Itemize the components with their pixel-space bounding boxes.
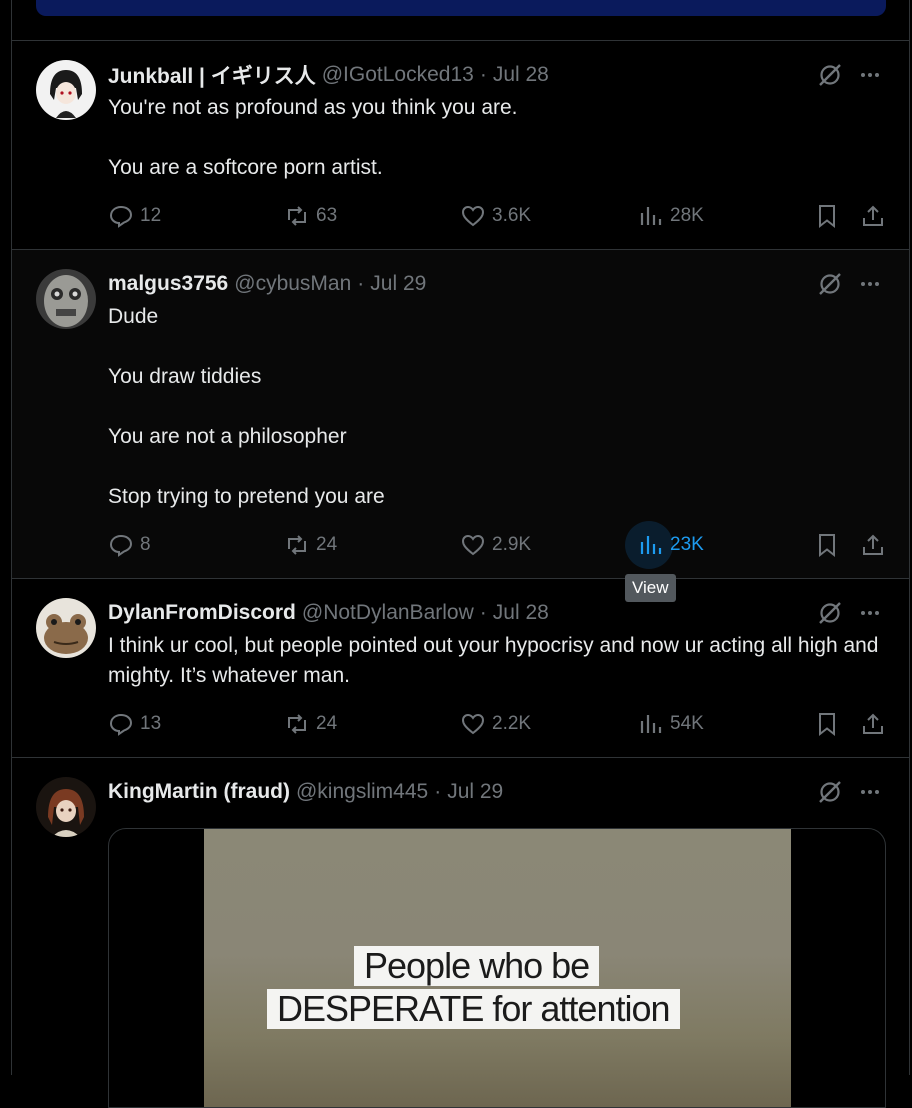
like-icon xyxy=(461,534,485,556)
like-icon xyxy=(461,205,485,227)
views-count: 23K xyxy=(670,534,704,555)
reply-icon xyxy=(109,534,133,557)
like-count: 2.2K xyxy=(492,713,532,734)
reply-count: 8 xyxy=(140,534,151,555)
tweet-header: malgus3756 @cybusMan · Jul 29 xyxy=(108,271,819,297)
tweet[interactable]: Junkball | イギリス人 @IGotLocked13 · Jul 28 … xyxy=(12,41,909,250)
avatar[interactable] xyxy=(36,598,96,658)
handle[interactable]: @NotDylanBarlow xyxy=(302,601,474,625)
views-tooltip: View xyxy=(625,574,676,602)
reply-button[interactable]: 13 xyxy=(108,707,161,741)
timestamp[interactable]: Jul 28 xyxy=(493,601,549,625)
views-icon xyxy=(640,536,662,554)
repost-icon xyxy=(288,535,306,555)
views-count: 28K xyxy=(670,205,704,226)
display-name[interactable]: Junkball | イギリス人 xyxy=(108,62,316,88)
reply-count: 13 xyxy=(140,713,162,734)
avatar[interactable] xyxy=(36,269,96,329)
action-bar: 8 24 2.9K 23K xyxy=(108,521,889,569)
bookmark-button[interactable] xyxy=(814,528,840,562)
views-button[interactable]: 28K xyxy=(638,199,704,233)
reply-button[interactable]: 8 xyxy=(108,528,151,562)
timestamp[interactable]: Jul 28 xyxy=(493,63,549,87)
handle[interactable]: @kingslim445 xyxy=(296,780,428,804)
grok-icon[interactable] xyxy=(817,62,843,88)
repost-button[interactable]: 24 xyxy=(284,528,337,562)
handle[interactable]: @cybusMan xyxy=(234,272,351,296)
timestamp[interactable]: Jul 29 xyxy=(447,780,503,804)
display-name[interactable]: DylanFromDiscord xyxy=(108,601,296,625)
repost-count: 24 xyxy=(316,713,338,734)
display-name[interactable]: malgus3756 xyxy=(108,272,228,296)
reply-button[interactable]: 12 xyxy=(108,199,161,233)
share-icon xyxy=(863,713,883,734)
tweet-text: Dude You draw tiddies You are not a phil… xyxy=(108,305,385,508)
like-button[interactable]: 3.6K xyxy=(460,199,531,233)
reply-icon xyxy=(109,713,133,736)
separator: · xyxy=(479,63,487,86)
reply-count: 12 xyxy=(140,205,162,226)
share-button[interactable] xyxy=(860,199,886,233)
avatar[interactable] xyxy=(36,60,96,120)
bookmark-button[interactable] xyxy=(814,707,840,741)
more-icon[interactable] xyxy=(857,62,883,88)
more-icon[interactable] xyxy=(857,779,883,805)
grok-icon[interactable] xyxy=(817,779,843,805)
tweet[interactable]: malgus3756 @cybusMan · Jul 29 Dude You d… xyxy=(12,250,909,579)
bookmark-icon xyxy=(819,205,835,229)
more-icon[interactable] xyxy=(857,271,883,297)
separator: · xyxy=(434,780,442,803)
separator: · xyxy=(357,272,365,295)
handle[interactable]: @IGotLocked13 xyxy=(322,63,474,87)
top-banner[interactable] xyxy=(36,0,886,16)
grok-icon[interactable] xyxy=(817,271,843,297)
repost-button[interactable]: 63 xyxy=(284,199,337,233)
repost-icon xyxy=(288,714,306,734)
tweet-text: You're not as profound as you think you … xyxy=(108,96,518,179)
tweet[interactable]: KingMartin (fraud) @kingslim445 · Jul 29… xyxy=(12,758,909,1108)
like-icon xyxy=(461,713,485,735)
grok-icon[interactable] xyxy=(817,600,843,626)
repost-count: 63 xyxy=(316,205,338,226)
timeline-column: Junkball | イギリス人 @IGotLocked13 · Jul 28 … xyxy=(11,0,910,1108)
like-button[interactable]: 2.2K xyxy=(460,707,531,741)
views-icon xyxy=(640,715,662,733)
views-button[interactable]: 54K xyxy=(638,707,704,741)
repost-button[interactable]: 24 xyxy=(284,707,337,741)
tweet-header: Junkball | イギリス人 @IGotLocked13 · Jul 28 xyxy=(108,62,819,88)
tweet-header: KingMartin (fraud) @kingslim445 · Jul 29 xyxy=(108,779,819,805)
avatar[interactable] xyxy=(36,777,96,837)
share-button[interactable] xyxy=(860,528,886,562)
display-name[interactable]: KingMartin (fraud) xyxy=(108,780,290,804)
share-button[interactable] xyxy=(860,707,886,741)
repost-count: 24 xyxy=(316,534,338,555)
like-count: 2.9K xyxy=(492,534,532,555)
views-count: 54K xyxy=(670,713,704,734)
bookmark-icon xyxy=(819,713,835,737)
views-button[interactable]: 23K xyxy=(638,528,704,562)
tweet[interactable]: DylanFromDiscord @NotDylanBarlow · Jul 2… xyxy=(12,579,909,758)
repost-icon xyxy=(288,206,306,226)
tweet-header: DylanFromDiscord @NotDylanBarlow · Jul 2… xyxy=(108,600,819,626)
media-caption-line1: People who be xyxy=(354,946,600,986)
reply-icon xyxy=(109,205,133,228)
tweet-media[interactable]: People who be DESPERATE for attention xyxy=(108,828,886,1108)
bookmark-button[interactable] xyxy=(814,199,840,233)
media-caption-line2: DESPERATE for attention xyxy=(267,989,680,1029)
action-bar: 13 24 2.2K 54K xyxy=(108,707,889,741)
share-icon xyxy=(863,205,883,226)
timestamp[interactable]: Jul 29 xyxy=(370,272,426,296)
action-bar: 12 63 3.6K 28K xyxy=(108,199,889,233)
separator: · xyxy=(479,601,487,624)
like-count: 3.6K xyxy=(492,205,532,226)
views-icon xyxy=(640,207,662,225)
share-icon xyxy=(863,534,883,555)
tweet-text: I think ur cool, but people pointed out … xyxy=(108,634,879,687)
like-button[interactable]: 2.9K xyxy=(460,528,531,562)
more-icon[interactable] xyxy=(857,600,883,626)
bookmark-icon xyxy=(819,534,835,558)
